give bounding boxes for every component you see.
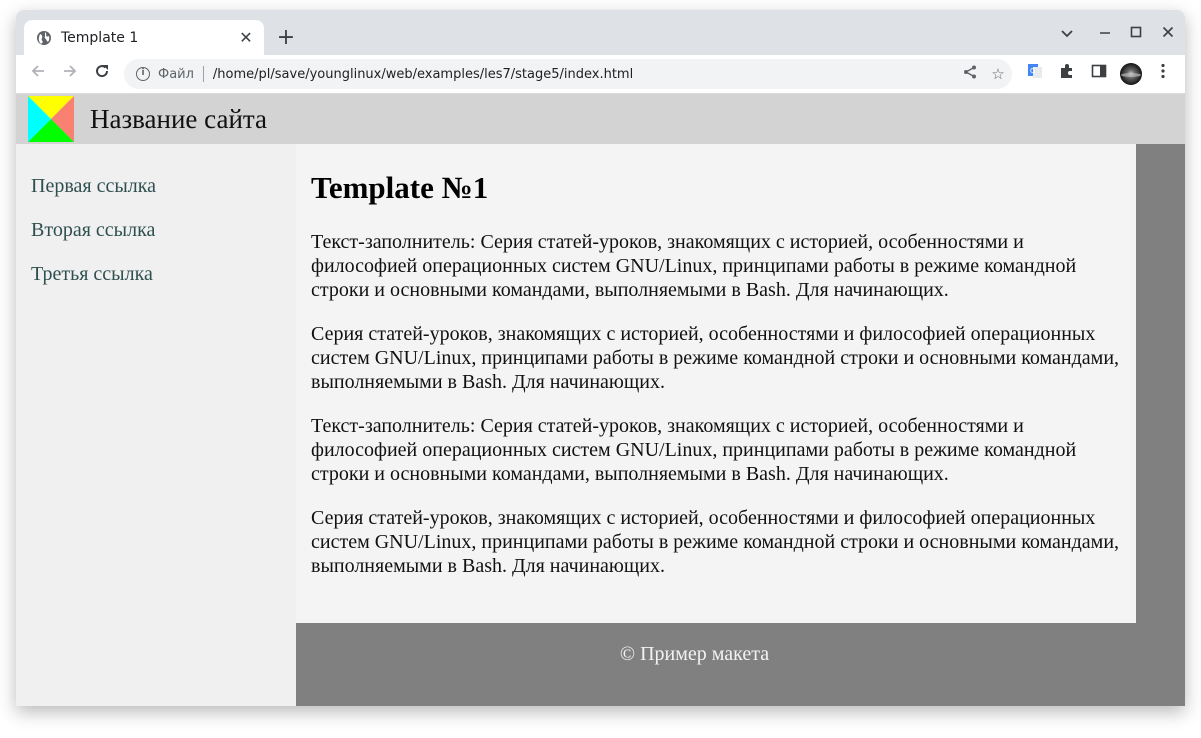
page-title: Template №1 — [311, 170, 489, 205]
sidebar-link-first[interactable]: Первая ссылка — [31, 174, 296, 218]
tab-strip: Template 1 ✕ + — [16, 10, 1185, 55]
back-button[interactable] — [26, 62, 50, 86]
tab-template-1[interactable]: Template 1 ✕ — [24, 20, 264, 55]
footer-text: © Пример макета — [619, 643, 770, 665]
translate-extension-icon[interactable]: G — [1024, 63, 1046, 85]
side-panel-icon[interactable] — [1088, 63, 1110, 85]
paragraph: Серия статей-уроков, знакомящих с истори… — [311, 323, 1120, 393]
site-footer: © Пример макета — [296, 623, 1185, 706]
arrow-left-icon — [31, 65, 44, 77]
menu-kebab-icon[interactable] — [1152, 63, 1174, 85]
paragraph: Серия статей-уроков, знакомящих с истори… — [311, 507, 1120, 577]
sidebar-nav: Первая ссылка Вторая ссылка Третья ссылк… — [16, 144, 296, 706]
sidebar-link-second[interactable]: Вторая ссылка — [31, 218, 296, 262]
profile-avatar[interactable] — [1120, 63, 1142, 85]
share-icon[interactable] — [956, 65, 984, 83]
globe-icon — [37, 30, 51, 45]
reload-button[interactable] — [90, 62, 114, 86]
extensions-puzzle-icon[interactable] — [1056, 63, 1078, 85]
scheme-label: Файл — [158, 66, 194, 82]
forward-button[interactable] — [58, 62, 82, 86]
arrow-right-icon — [64, 65, 77, 77]
site-logo[interactable] — [28, 96, 74, 142]
paragraph: Текст-заполнитель: Серия статей-уроков, … — [311, 231, 1077, 301]
tab-search-icon[interactable] — [1055, 22, 1079, 46]
svg-text:G: G — [1030, 67, 1035, 75]
tab-title: Template 1 — [61, 29, 139, 46]
web-page: Название сайта Первая ссылка Вторая ссыл… — [16, 94, 1185, 706]
address-bar[interactable]: i Файл /home/pl/save/younglinux/web/exam… — [124, 59, 1012, 89]
maximize-icon[interactable] — [1124, 22, 1148, 46]
browser-toolbar: i Файл /home/pl/save/younglinux/web/exam… — [16, 55, 1185, 94]
site-name: Название сайта — [90, 104, 268, 134]
url-text[interactable]: /home/pl/save/younglinux/web/examples/le… — [213, 67, 956, 82]
info-icon[interactable]: i — [136, 67, 150, 81]
new-tab-button[interactable]: + — [274, 26, 298, 50]
tab-close-icon[interactable]: ✕ — [234, 28, 258, 47]
close-window-icon[interactable] — [1156, 22, 1180, 46]
main-content: Template №1 Текст-заполнитель: Серия ста… — [296, 144, 1136, 623]
site-header: Название сайта — [16, 94, 1185, 144]
minimize-icon[interactable] — [1093, 22, 1117, 46]
reload-icon — [96, 65, 109, 78]
paragraph: Текст-заполнитель: Серия статей-уроков, … — [311, 415, 1077, 485]
browser-window: Template 1 ✕ + i Файл /home/pl/save/youn… — [16, 10, 1185, 706]
bookmark-star-icon[interactable]: ☆ — [984, 65, 1012, 83]
sidebar-link-third[interactable]: Третья ссылка — [31, 262, 296, 306]
omnibox-divider — [202, 66, 204, 82]
